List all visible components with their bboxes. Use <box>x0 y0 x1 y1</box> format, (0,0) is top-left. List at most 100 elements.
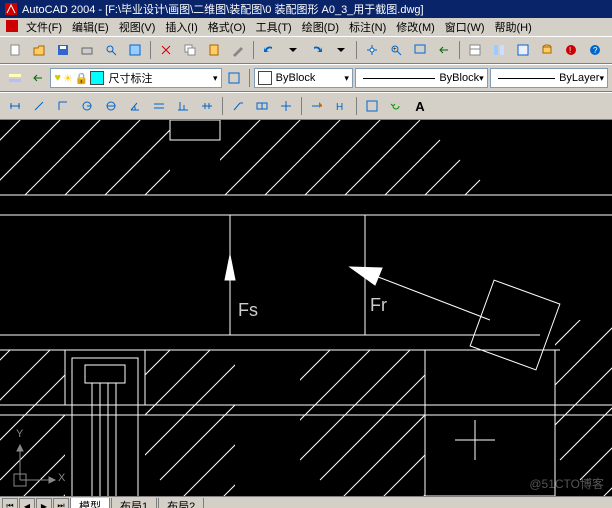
paste-icon[interactable] <box>203 39 225 61</box>
tab-model[interactable]: 模型 <box>70 498 110 508</box>
dim-aligned-icon[interactable] <box>28 95 50 117</box>
menu-edit[interactable]: 编辑(E) <box>68 18 113 36</box>
separator <box>356 97 357 115</box>
separator <box>253 41 254 59</box>
cut-icon[interactable] <box>155 39 177 61</box>
help-icon[interactable]: ? <box>584 39 606 61</box>
properties-icon[interactable] <box>464 39 486 61</box>
menu-tools[interactable]: 工具(T) <box>252 18 296 36</box>
axis-x-label: X <box>58 472 65 484</box>
chevron-down-icon: ▾ <box>599 73 604 84</box>
standard-toolbar: +!? A TEXT ▾ ▾ <box>0 36 612 64</box>
plot-icon[interactable] <box>76 39 98 61</box>
center-mark-icon[interactable] <box>275 95 297 117</box>
dim-diameter-icon[interactable] <box>100 95 122 117</box>
layer-manager-icon[interactable] <box>4 67 25 89</box>
separator <box>301 97 302 115</box>
tab-nav-last[interactable]: ⏭ <box>53 498 69 508</box>
menubar: 文件(F) 编辑(E) 视图(V) 插入(I) 格式(O) 工具(T) 绘图(D… <box>0 18 612 36</box>
separator <box>459 41 460 59</box>
color-swatch-icon <box>90 71 104 85</box>
window-title: AutoCAD 2004 - [F:\毕业设计\画图\二维图\装配图\0 装配图… <box>22 1 608 17</box>
layer-name: 尺寸标注 <box>108 70 152 86</box>
menu-dim[interactable]: 标注(N) <box>345 18 390 36</box>
tab-layout2[interactable]: 布局2 <box>158 498 204 508</box>
separator <box>150 41 151 59</box>
document-icon <box>6 20 20 34</box>
menu-modify[interactable]: 修改(M) <box>392 18 439 36</box>
lineweight-combo[interactable]: ByLayer ▾ <box>490 68 608 88</box>
open-icon[interactable] <box>28 39 50 61</box>
chevron-down-icon: ▾ <box>213 73 218 84</box>
color-combo[interactable]: ByBlock ▾ <box>254 68 353 88</box>
tab-layout1[interactable]: 布局1 <box>111 498 157 508</box>
publish-icon[interactable] <box>124 39 146 61</box>
zoom-realtime-icon[interactable]: + <box>385 39 407 61</box>
chevron-down-icon: ▾ <box>479 73 484 84</box>
dim-radius-icon[interactable] <box>76 95 98 117</box>
tolerance-icon[interactable] <box>251 95 273 117</box>
menu-file[interactable]: 文件(F) <box>22 18 66 36</box>
leader-icon[interactable] <box>227 95 249 117</box>
tab-nav-next[interactable]: ▶ <box>36 498 52 508</box>
dim-linear-icon[interactable] <box>4 95 26 117</box>
tool-palettes-icon[interactable] <box>512 39 534 61</box>
watermark: @51CTO博客 <box>529 475 604 492</box>
dim-style-icon[interactable] <box>361 95 383 117</box>
menu-format[interactable]: 格式(O) <box>204 18 250 36</box>
markup-icon[interactable]: ! <box>560 39 582 61</box>
preview-icon[interactable] <box>100 39 122 61</box>
zoom-previous-icon[interactable] <box>433 39 455 61</box>
menu-window[interactable]: 窗口(W) <box>441 18 489 36</box>
text-icon[interactable]: A <box>409 95 431 117</box>
lightbulb-icon: ♥ <box>54 72 61 84</box>
drawing-canvas[interactable]: Fs Fr Y X @51CTO博客 <box>0 120 612 496</box>
svg-text:H: H <box>336 102 343 113</box>
menu-view[interactable]: 视图(V) <box>115 18 160 36</box>
zoom-window-icon[interactable] <box>409 39 431 61</box>
copy-icon[interactable] <box>179 39 201 61</box>
matchprop-icon[interactable] <box>227 39 249 61</box>
color-value: ByBlock <box>276 72 316 84</box>
layer-previous-icon[interactable] <box>27 67 48 89</box>
layer-combo[interactable]: ♥ ☀ 🔒 尺寸标注 ▾ <box>50 68 221 88</box>
pan-icon[interactable] <box>361 39 383 61</box>
linetype-value: ByBlock <box>439 72 479 84</box>
dim-update-icon[interactable] <box>385 95 407 117</box>
dimension-toolbar: HA <box>0 92 612 120</box>
menu-help[interactable]: 帮助(H) <box>491 18 536 36</box>
dim-angular-icon[interactable] <box>124 95 146 117</box>
redo-icon[interactable] <box>306 39 328 61</box>
designcenter-icon[interactable] <box>488 39 510 61</box>
separator <box>356 41 357 59</box>
dim-continue-icon[interactable] <box>196 95 218 117</box>
tab-nav-prev[interactable]: ◀ <box>19 498 35 508</box>
lock-icon: 🔒 <box>75 72 89 85</box>
redo-drop-icon[interactable] <box>330 39 352 61</box>
dim-tedit-icon[interactable]: H <box>330 95 352 117</box>
menu-insert[interactable]: 插入(I) <box>161 18 201 36</box>
dim-quick-icon[interactable] <box>148 95 170 117</box>
label-fr: Fr <box>370 295 387 316</box>
separator <box>249 69 250 87</box>
new-icon[interactable] <box>4 39 26 61</box>
dim-edit-icon[interactable] <box>306 95 328 117</box>
svg-text:?: ? <box>593 46 598 55</box>
dim-baseline-icon[interactable] <box>172 95 194 117</box>
dbconnect-icon[interactable] <box>536 39 558 61</box>
undo-drop-icon[interactable] <box>282 39 304 61</box>
linetype-combo[interactable]: ByBlock ▾ <box>355 68 488 88</box>
tab-nav-first[interactable]: ⏮ <box>2 498 18 508</box>
layer-states-icon[interactable] <box>224 67 245 89</box>
undo-icon[interactable] <box>258 39 280 61</box>
svg-text:!: ! <box>569 46 571 55</box>
layer-toolbar: ♥ ☀ 🔒 尺寸标注 ▾ ByBlock ▾ ByBlock ▾ ByLayer… <box>0 64 612 92</box>
menu-draw[interactable]: 绘图(D) <box>298 18 343 36</box>
dim-ordinate-icon[interactable] <box>52 95 74 117</box>
save-icon[interactable] <box>52 39 74 61</box>
chevron-down-icon: ▾ <box>344 73 349 84</box>
svg-text:+: + <box>393 47 397 53</box>
sheet-tabs: ⏮ ◀ ▶ ⏭ 模型 布局1 布局2 <box>0 496 612 508</box>
lineweight-value: ByLayer <box>559 72 599 84</box>
separator <box>222 97 223 115</box>
